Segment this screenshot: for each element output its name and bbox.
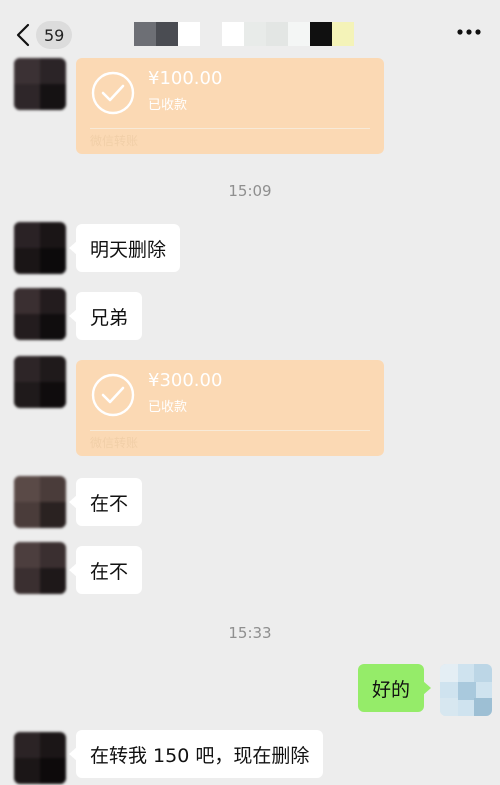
- more-dots-icon[interactable]: [456, 26, 482, 38]
- avatar[interactable]: [14, 58, 66, 110]
- message-bubble[interactable]: 在不: [68, 478, 143, 526]
- message-bubble[interactable]: 兄弟: [68, 292, 143, 340]
- my-message-bubble[interactable]: 好的: [358, 664, 432, 712]
- transfer-footer: 微信转账: [90, 134, 139, 148]
- avatar[interactable]: [14, 542, 66, 594]
- transfer-amount: ¥100.00: [148, 68, 223, 89]
- avatar[interactable]: [14, 356, 66, 408]
- check-circle-icon: [91, 71, 135, 115]
- my-avatar[interactable]: [440, 664, 492, 716]
- transfer-card[interactable]: ¥300.00 已收款 微信转账: [76, 360, 384, 456]
- message-bubble[interactable]: 在转我 150 吧，现在删除: [68, 730, 324, 778]
- avatar[interactable]: [14, 222, 66, 274]
- transfer-divider: [90, 128, 370, 129]
- transfer-amount: ¥300.00: [148, 370, 223, 391]
- message-bubble[interactable]: 在不: [68, 546, 143, 594]
- transfer-status: 已收款: [148, 98, 188, 113]
- timestamp: 15:09: [228, 182, 272, 200]
- back-button[interactable]: 59: [16, 20, 76, 50]
- transfer-status: 已收款: [148, 400, 188, 415]
- transfer-footer: 微信转账: [90, 436, 139, 450]
- transfer-card[interactable]: ¥100.00 已收款 微信转账: [76, 58, 384, 154]
- message-bubble[interactable]: 明天删除: [68, 224, 181, 272]
- chat-header: 59: [0, 0, 500, 64]
- avatar[interactable]: [14, 476, 66, 528]
- chat-title-mosaic: [134, 22, 354, 46]
- transfer-divider: [90, 430, 370, 431]
- check-circle-icon: [91, 373, 135, 417]
- avatar[interactable]: [14, 732, 66, 784]
- timestamp: 15:33: [228, 624, 272, 642]
- avatar[interactable]: [14, 288, 66, 340]
- unread-count-badge: 59: [36, 21, 73, 49]
- chevron-left-icon: [16, 23, 30, 47]
